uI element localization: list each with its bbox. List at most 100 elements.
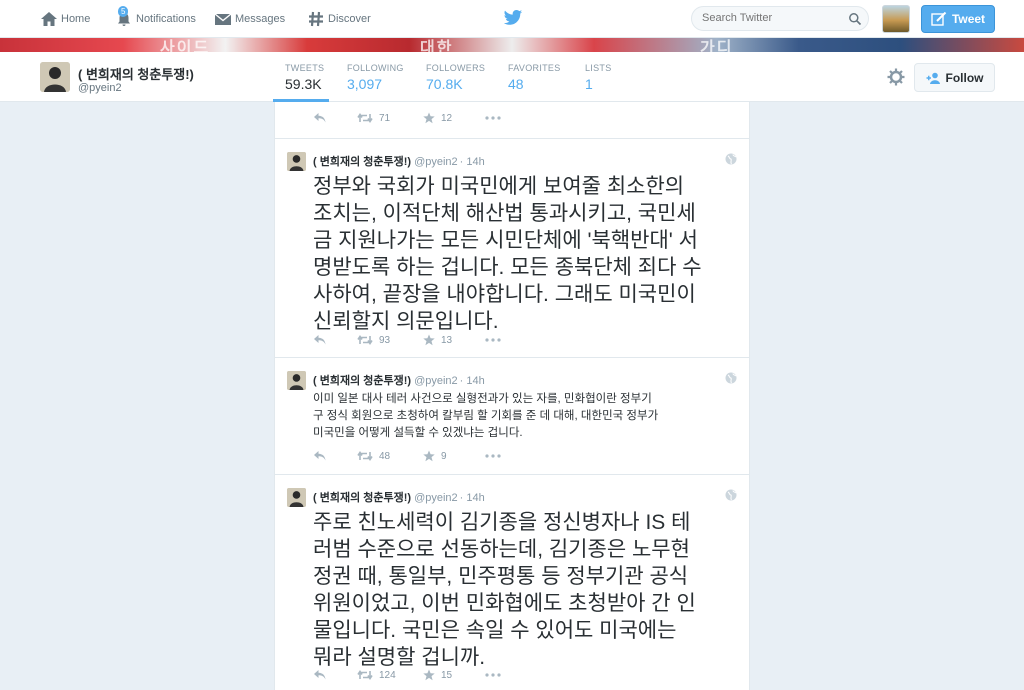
stat-following[interactable]: FOLLOWING 3,097 bbox=[347, 52, 407, 102]
reply-icon bbox=[314, 335, 326, 345]
profile-avatar[interactable] bbox=[40, 62, 70, 92]
retweet-button[interactable]: 124 bbox=[357, 667, 396, 683]
tweet-avatar[interactable] bbox=[287, 152, 306, 171]
favorite-button[interactable]: 13 bbox=[423, 332, 452, 348]
tweet-author-handle[interactable]: @pyein2 bbox=[414, 156, 458, 168]
globe-icon bbox=[725, 372, 737, 384]
nav-discover[interactable]: Discover bbox=[307, 0, 371, 38]
more-icon bbox=[485, 454, 501, 458]
favorite-icon bbox=[423, 112, 435, 124]
retweet-icon bbox=[357, 451, 373, 461]
tweet-header: ( 변희재의 청춘투쟁!) @pyein2 · 14h bbox=[313, 372, 485, 388]
tweet-text-line: 정부와 국회가 미국민에게 보여줄 최소한의 bbox=[313, 175, 685, 198]
reply-icon bbox=[314, 451, 326, 461]
favorite-button[interactable]: 15 bbox=[423, 667, 452, 683]
reply-icon bbox=[314, 670, 326, 680]
stat-following-label: FOLLOWING bbox=[347, 63, 404, 73]
favorite-icon bbox=[423, 669, 435, 681]
stat-favorites-value: 48 bbox=[508, 76, 524, 92]
tweet-button-label: Tweet bbox=[951, 12, 986, 26]
more-button[interactable] bbox=[485, 667, 507, 683]
tweet-text-line: 이미 일본 대사 테러 사건으로 실형전과가 있는 자를, 민화협이란 정부기 bbox=[313, 393, 652, 405]
follow-button[interactable]: Follow bbox=[914, 63, 995, 92]
search-icon[interactable] bbox=[848, 12, 862, 26]
tweet-text: 정부와 국회가 미국민에게 보여줄 최소한의 조치는, 이적단체 해산법 통과시… bbox=[313, 173, 702, 335]
tweet-author-name[interactable]: ( 변희재의 청춘투쟁!) bbox=[313, 492, 411, 504]
favorite-count: 15 bbox=[441, 669, 453, 681]
retweet-button[interactable]: 48 bbox=[357, 448, 390, 464]
retweet-button[interactable]: 93 bbox=[357, 332, 390, 348]
stat-lists-value: 1 bbox=[585, 76, 593, 92]
stat-favorites[interactable]: FAVORITES 48 bbox=[508, 52, 566, 102]
nav-discover-label: Discover bbox=[328, 13, 371, 25]
tweet-author-name[interactable]: ( 변희재의 청춘투쟁!) bbox=[313, 156, 411, 168]
nav-notifications-label: Notifications bbox=[136, 13, 196, 25]
search-input[interactable] bbox=[702, 12, 842, 24]
reply-button[interactable] bbox=[313, 667, 333, 683]
tweet-timeline: 71 12 ( 변희재의 청춘투쟁!) @pyein2 · 14h 정부와 국회가 … bbox=[274, 102, 750, 690]
person-silhouette-icon bbox=[287, 488, 306, 507]
tweet-avatar[interactable] bbox=[287, 371, 306, 390]
more-icon bbox=[485, 673, 501, 677]
stat-followers[interactable]: FOLLOWERS 70.8K bbox=[426, 52, 490, 102]
banner-text: 대한 bbox=[420, 40, 454, 52]
tweet-avatar[interactable] bbox=[287, 488, 306, 507]
tweet-text-line: 물입니다. 국민은 속일 수 있어도 미국에는 bbox=[313, 619, 677, 642]
favorite-count: 12 bbox=[441, 112, 453, 124]
tweet-timestamp[interactable]: · 14h bbox=[460, 492, 485, 504]
more-button[interactable] bbox=[485, 448, 507, 464]
reply-button[interactable] bbox=[313, 110, 333, 126]
stat-favorites-label: FAVORITES bbox=[508, 63, 561, 73]
favorite-icon bbox=[423, 334, 435, 346]
tweet-text-line: 위원이었고, 이번 민화협에도 초청받아 간 인 bbox=[313, 592, 696, 615]
globe-icon bbox=[725, 153, 737, 165]
nav-messages-label: Messages bbox=[235, 13, 286, 25]
person-silhouette-icon bbox=[287, 371, 306, 390]
tweet-author-handle[interactable]: @pyein2 bbox=[414, 492, 458, 504]
tweet-compose-button[interactable]: Tweet bbox=[921, 5, 995, 33]
reply-button[interactable] bbox=[313, 448, 333, 464]
tweet-author-handle[interactable]: @pyein2 bbox=[414, 375, 458, 387]
tweet-partial: 71 12 bbox=[275, 102, 749, 139]
retweet-icon bbox=[357, 670, 373, 680]
nav-messages[interactable]: Messages bbox=[214, 0, 285, 38]
stat-followers-value: 70.8K bbox=[426, 76, 463, 92]
tweet-timestamp[interactable]: · 14h bbox=[460, 156, 485, 168]
messages-icon bbox=[214, 13, 232, 25]
reply-button[interactable] bbox=[313, 332, 333, 348]
tweet-text-line: 사하여, 끝장을 내야합니다. 그래도 미국민이 bbox=[313, 283, 696, 306]
search-box[interactable] bbox=[691, 6, 869, 31]
twitter-bird-icon[interactable] bbox=[503, 9, 523, 27]
favorite-count: 9 bbox=[441, 450, 447, 462]
discover-icon bbox=[309, 11, 323, 27]
profile-name[interactable]: ( 변희재의 청춘투쟁!) bbox=[78, 64, 194, 83]
favorite-icon bbox=[423, 450, 435, 462]
tweet-item[interactable]: ( 변희재의 청춘투쟁!) @pyein2 · 14h 이미 일본 대사 테러 사건… bbox=[275, 358, 749, 475]
profile-handle: @pyein2 bbox=[78, 82, 122, 94]
nav-home[interactable]: Home bbox=[40, 0, 90, 38]
stat-lists[interactable]: LISTS 1 bbox=[585, 52, 617, 102]
tweet-text-line: 미국민을 어떻게 설득할 수 있겠냐는 겁니다. bbox=[313, 427, 523, 439]
more-button[interactable] bbox=[485, 110, 507, 126]
tweet-author-name[interactable]: ( 변희재의 청춘투쟁!) bbox=[313, 375, 411, 387]
home-icon bbox=[41, 12, 57, 26]
tweet-timestamp[interactable]: · 14h bbox=[460, 375, 485, 387]
favorite-button[interactable]: 12 bbox=[423, 110, 452, 126]
favorite-button[interactable]: 9 bbox=[423, 448, 447, 464]
compose-icon bbox=[931, 12, 947, 26]
stat-tweets[interactable]: TWEETS 59.3K bbox=[273, 52, 329, 102]
more-button[interactable] bbox=[485, 332, 507, 348]
retweet-button[interactable]: 71 bbox=[357, 110, 390, 126]
tweet-item[interactable]: ( 변희재의 청춘투쟁!) @pyein2 · 14h 정부와 국회가 미국민에게 … bbox=[275, 139, 749, 358]
profile-banner: 사이드 대한 가디 bbox=[0, 38, 1024, 52]
tweet-item[interactable]: ( 변희재의 청춘투쟁!) @pyein2 · 14h 주로 친노세력이 김기종을 … bbox=[275, 475, 749, 690]
gear-icon[interactable] bbox=[887, 68, 905, 86]
retweet-count: 93 bbox=[379, 334, 391, 346]
tweet-text-line: 러범 수준으로 선동하는데, 김기종은 노무현 bbox=[313, 538, 690, 561]
retweet-count: 124 bbox=[379, 669, 396, 681]
retweet-count: 48 bbox=[379, 450, 391, 462]
nav-notifications[interactable]: Notifications bbox=[115, 0, 196, 38]
tweet-text-line: 조치는, 이적단체 해산법 통과시키고, 국민세 bbox=[313, 202, 696, 225]
account-avatar[interactable] bbox=[882, 5, 910, 33]
person-silhouette-icon bbox=[287, 152, 306, 171]
